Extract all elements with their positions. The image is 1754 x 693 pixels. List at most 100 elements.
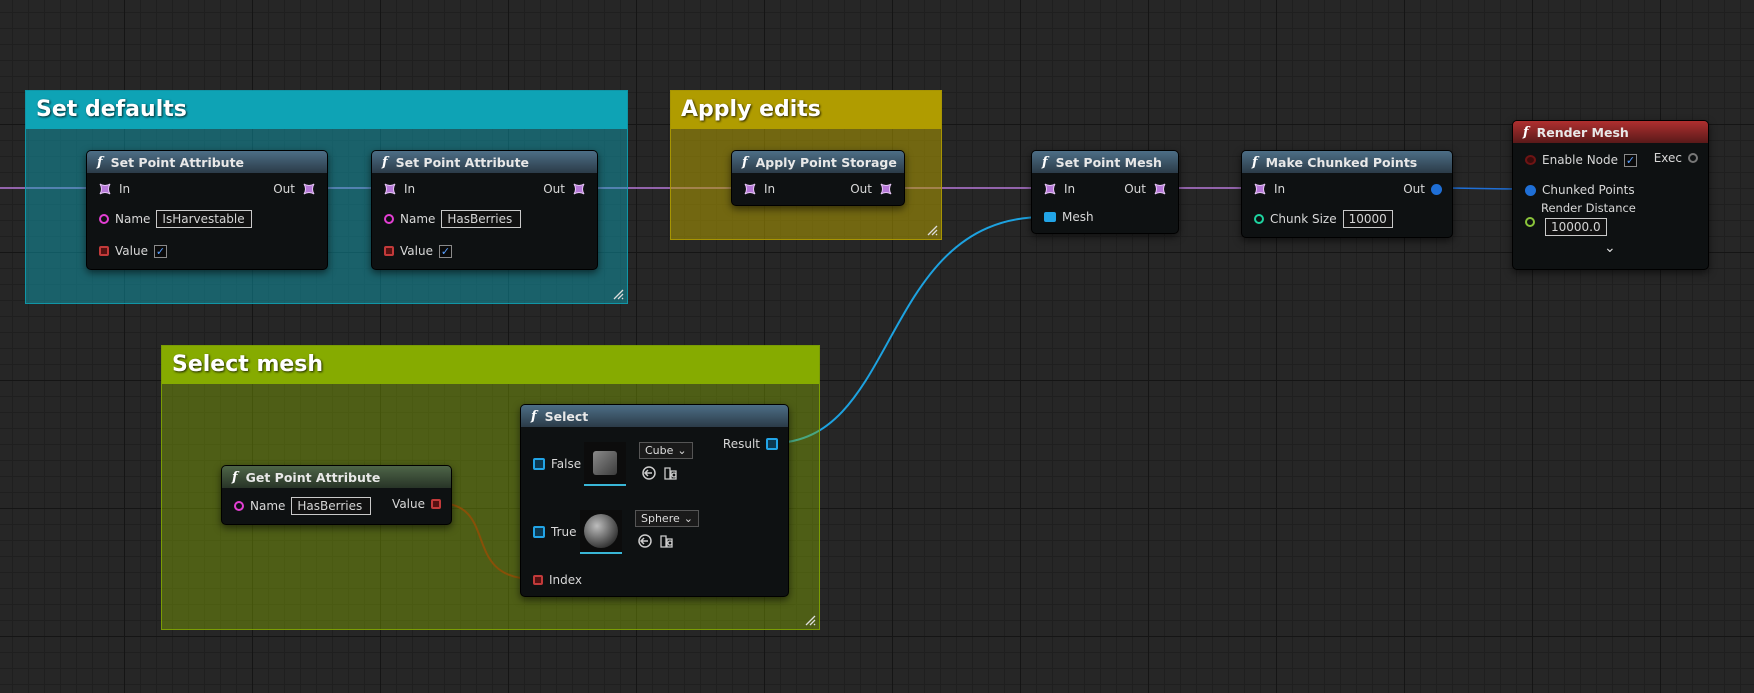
node-render-mesh[interactable]: f Render Mesh Enable Node ✓ Exec Chunked…	[1512, 120, 1709, 270]
exec-in-pin-icon[interactable]	[382, 181, 398, 197]
node-title: Render Mesh	[1536, 124, 1629, 140]
exec-out-pin-icon[interactable]	[878, 181, 894, 197]
value-label: Value	[400, 244, 433, 258]
function-icon: f	[1523, 124, 1529, 140]
name-label: Name	[250, 499, 286, 513]
node-title: Make Chunked Points	[1265, 154, 1418, 170]
exec-in-pin-icon[interactable]	[1252, 181, 1268, 197]
node-title: Set Point Attribute	[110, 154, 245, 170]
use-selected-asset-icon[interactable]	[637, 533, 653, 549]
node-select[interactable]: f Select Result False Cube ⌄ True Sphere…	[520, 404, 789, 597]
function-icon: f	[232, 469, 238, 485]
name-pin-icon[interactable]	[384, 214, 394, 224]
int-pin-icon[interactable]	[1254, 214, 1264, 224]
node-header[interactable]: f Set Point Mesh	[1032, 151, 1178, 173]
exec-out-pin-icon[interactable]	[571, 181, 587, 197]
node-header[interactable]: f Get Point Attribute	[222, 466, 451, 488]
name-pin-icon[interactable]	[99, 214, 109, 224]
chevron-down-icon[interactable]: ⌄	[1604, 241, 1616, 255]
chunk-size-field[interactable]: 10000	[1342, 210, 1393, 228]
name-field[interactable]: IsHarvestable	[156, 210, 253, 228]
node-apply-point-storage[interactable]: f Apply Point Storage In Out	[731, 150, 905, 206]
browse-asset-icon[interactable]	[659, 533, 675, 549]
in-label: In	[1274, 182, 1286, 196]
in-label: In	[1064, 182, 1076, 196]
node-set-point-mesh[interactable]: f Set Point Mesh In Out Mesh	[1031, 150, 1179, 234]
mesh-label: Mesh	[1062, 210, 1094, 224]
function-icon: f	[742, 154, 748, 170]
name-field[interactable]: HasBerries	[291, 497, 372, 515]
use-selected-asset-icon[interactable]	[641, 465, 657, 481]
node-header[interactable]: f Set Point Attribute	[87, 151, 327, 173]
chunked-points-label: Chunked Points	[1542, 183, 1635, 197]
exec-in-pin-icon[interactable]	[742, 181, 758, 197]
bool-pin-icon[interactable]	[384, 246, 394, 256]
name-pin-icon[interactable]	[234, 501, 244, 511]
chunk-size-label: Chunk Size	[1270, 212, 1337, 226]
comment-title[interactable]: Set defaults	[26, 91, 627, 129]
comment-title[interactable]: Apply edits	[671, 91, 941, 129]
mesh-pin-icon[interactable]	[533, 458, 545, 470]
node-set-point-attribute-1[interactable]: f Set Point Attribute In Out Name IsHarv…	[86, 150, 328, 270]
render-distance-field[interactable]: 10000.0	[1545, 217, 1607, 236]
value-label: Value	[392, 497, 425, 511]
node-title: Get Point Attribute	[245, 469, 381, 485]
true-label: True	[551, 525, 577, 539]
in-label: In	[119, 182, 131, 196]
enable-node-pin-icon[interactable]	[1525, 155, 1536, 165]
index-pin-icon[interactable]	[533, 575, 543, 585]
node-header[interactable]: f Render Mesh	[1513, 121, 1708, 143]
false-asset-name: Cube	[645, 444, 674, 457]
out-label: Out	[1124, 182, 1146, 196]
chunked-points-pin-icon[interactable]	[1525, 184, 1536, 196]
bool-pin-icon[interactable]	[99, 246, 109, 256]
exec-in-pin-icon[interactable]	[1042, 181, 1058, 197]
mesh-pin-icon[interactable]	[533, 526, 545, 538]
value-label: Value	[115, 244, 148, 258]
points-out-pin-icon[interactable]	[1431, 183, 1442, 195]
node-header[interactable]: f Apply Point Storage	[732, 151, 904, 173]
mesh-pin-icon[interactable]	[1044, 212, 1056, 222]
node-header[interactable]: f Select	[521, 405, 788, 427]
cube-thumbnail-icon[interactable]	[584, 442, 626, 486]
node-header[interactable]: f Set Point Attribute	[372, 151, 597, 173]
browse-asset-icon[interactable]	[663, 465, 679, 481]
out-label: Out	[273, 182, 295, 196]
bool-out-pin-icon[interactable]	[431, 499, 441, 509]
node-title: Set Point Mesh	[1055, 154, 1162, 170]
exec-out-pin-icon[interactable]	[1688, 153, 1698, 163]
sphere-thumbnail-icon[interactable]	[580, 510, 622, 554]
render-distance-label: Render Distance	[1541, 200, 1636, 215]
resize-handle-icon[interactable]	[926, 224, 938, 236]
exec-out-pin-icon[interactable]	[301, 181, 317, 197]
true-asset-dropdown[interactable]: Sphere ⌄	[635, 510, 699, 527]
function-icon: f	[1252, 154, 1258, 170]
node-title: Select	[544, 408, 589, 424]
value-checkbox[interactable]: ✓	[438, 244, 452, 258]
node-get-point-attribute[interactable]: f Get Point Attribute Name HasBerries Va…	[221, 465, 452, 525]
in-label: In	[404, 182, 416, 196]
node-title: Set Point Attribute	[395, 154, 530, 170]
exec-in-pin-icon[interactable]	[97, 181, 113, 197]
enable-node-checkbox[interactable]: ✓	[1624, 153, 1638, 167]
node-header[interactable]: f Make Chunked Points	[1242, 151, 1452, 173]
resize-handle-icon[interactable]	[612, 288, 624, 300]
name-field[interactable]: HasBerries	[441, 210, 522, 228]
exec-out-pin-icon[interactable]	[1152, 181, 1168, 197]
false-asset-dropdown[interactable]: Cube ⌄	[639, 442, 693, 459]
result-pin-icon[interactable]	[766, 438, 778, 450]
value-checkbox[interactable]: ✓	[153, 244, 167, 258]
comment-title[interactable]: Select mesh	[162, 346, 819, 384]
node-set-point-attribute-2[interactable]: f Set Point Attribute In Out Name HasBer…	[371, 150, 598, 270]
resize-handle-icon[interactable]	[804, 614, 816, 626]
false-label: False	[551, 457, 582, 471]
function-icon: f	[1042, 154, 1048, 170]
chevron-down-icon: ⌄	[683, 512, 693, 525]
out-label: Out	[543, 182, 565, 196]
node-make-chunked-points[interactable]: f Make Chunked Points In Out Chunk Size …	[1241, 150, 1453, 238]
function-icon: f	[531, 408, 537, 424]
out-label: Out	[1403, 182, 1425, 196]
out-label: Out	[850, 182, 872, 196]
exec-label: Exec	[1653, 151, 1682, 165]
float-pin-icon[interactable]	[1525, 217, 1535, 227]
